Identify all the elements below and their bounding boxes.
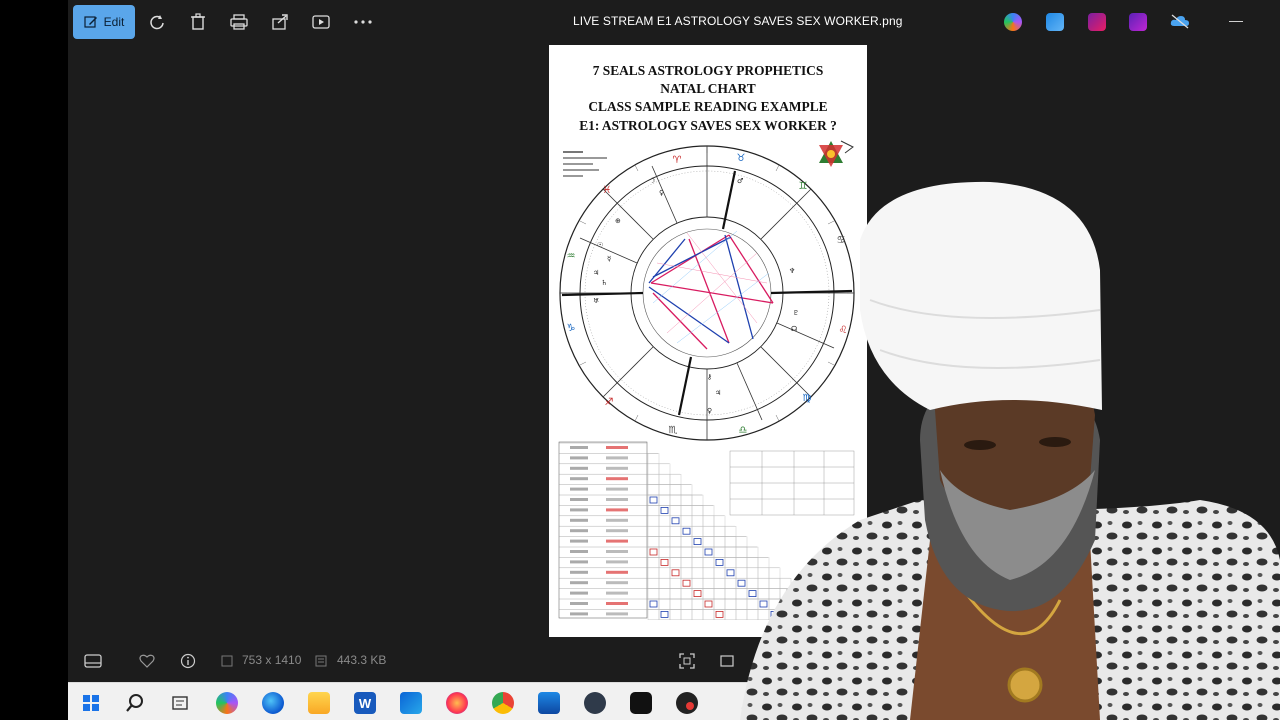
edit-label: Edit [103, 15, 125, 29]
rotate-icon[interactable] [147, 12, 167, 32]
svg-text:♑: ♑ [567, 323, 576, 334]
svg-text:♐: ♐ [605, 397, 614, 408]
copilot-icon[interactable] [1004, 13, 1022, 31]
svg-text:☉: ☉ [597, 241, 603, 249]
info-icon[interactable] [179, 652, 197, 670]
image-dimensions: 753 x 1410 [242, 653, 302, 667]
more-icon[interactable] [353, 12, 373, 32]
filmstrip-icon[interactable] [84, 652, 102, 670]
favorite-icon[interactable] [138, 652, 156, 670]
search-icon[interactable] [124, 692, 146, 714]
firefox-icon[interactable] [446, 692, 468, 714]
file-size-icon [312, 652, 330, 670]
onedrive-icon[interactable] [1170, 13, 1189, 31]
edit-icon [84, 16, 97, 28]
dimensions-icon [218, 652, 236, 670]
svg-text:♈: ♈ [673, 155, 682, 166]
chrome-icon[interactable] [492, 692, 514, 714]
svg-text:♓: ♓ [603, 185, 612, 196]
explorer-icon[interactable] [308, 692, 330, 714]
presenter-webcam-overlay [740, 181, 1280, 720]
delete-icon[interactable] [188, 12, 208, 32]
svg-text:⊕: ⊕ [615, 217, 621, 225]
svg-text:☿: ☿ [607, 255, 611, 263]
svg-text:♀: ♀ [659, 189, 664, 197]
store-icon[interactable] [538, 692, 560, 714]
start-icon[interactable] [80, 692, 102, 714]
app-icon[interactable] [584, 692, 606, 714]
svg-text:♏: ♏ [669, 425, 678, 436]
svg-text:W: W [359, 696, 372, 711]
doc-title-line-3: CLASS SAMPLE READING EXAMPLE [588, 99, 828, 114]
svg-text:♒: ♒ [567, 251, 576, 262]
screen: Edit LIVE STREAM E1 ASTROLOGY SAVES SEX … [0, 0, 1280, 720]
window-title: LIVE STREAM E1 ASTROLOGY SAVES SEX WORKE… [573, 14, 903, 28]
obs-icon[interactable] [630, 692, 652, 714]
svg-text:♄: ♄ [601, 279, 607, 287]
copilot-icon[interactable] [216, 692, 238, 714]
designer-icon[interactable] [1129, 13, 1147, 31]
share-icon[interactable] [270, 12, 290, 32]
minimize-button[interactable]: — [1228, 12, 1244, 32]
paint-icon[interactable] [1046, 13, 1064, 31]
clipchamp-icon[interactable] [1088, 13, 1106, 31]
print-icon[interactable] [229, 12, 249, 32]
taskview-icon[interactable] [169, 692, 191, 714]
word-icon[interactable]: W [354, 692, 376, 714]
left-margin [0, 0, 68, 720]
doc-title-line-2: NATAL CHART [660, 81, 756, 96]
svg-text:♉: ♉ [737, 153, 746, 164]
edit-button[interactable]: Edit [73, 5, 135, 39]
slideshow-icon[interactable] [311, 12, 331, 32]
svg-text:☽: ☽ [649, 177, 655, 185]
title-bar: Edit LIVE STREAM E1 ASTROLOGY SAVES SEX … [68, 0, 1280, 44]
outlook-icon[interactable] [400, 692, 422, 714]
svg-text:♃: ♃ [593, 269, 599, 277]
fit-to-window-icon[interactable] [678, 652, 696, 670]
edge-icon[interactable] [262, 692, 284, 714]
svg-text:♅: ♅ [593, 297, 599, 305]
record-icon[interactable] [676, 692, 698, 714]
file-size: 443.3 KB [337, 653, 387, 667]
doc-title-line-4: E1: ASTROLOGY SAVES SEX WORKER ? [579, 118, 837, 133]
doc-title-line-1: 7 SEALS ASTROLOGY PROPHETICS [592, 63, 824, 78]
